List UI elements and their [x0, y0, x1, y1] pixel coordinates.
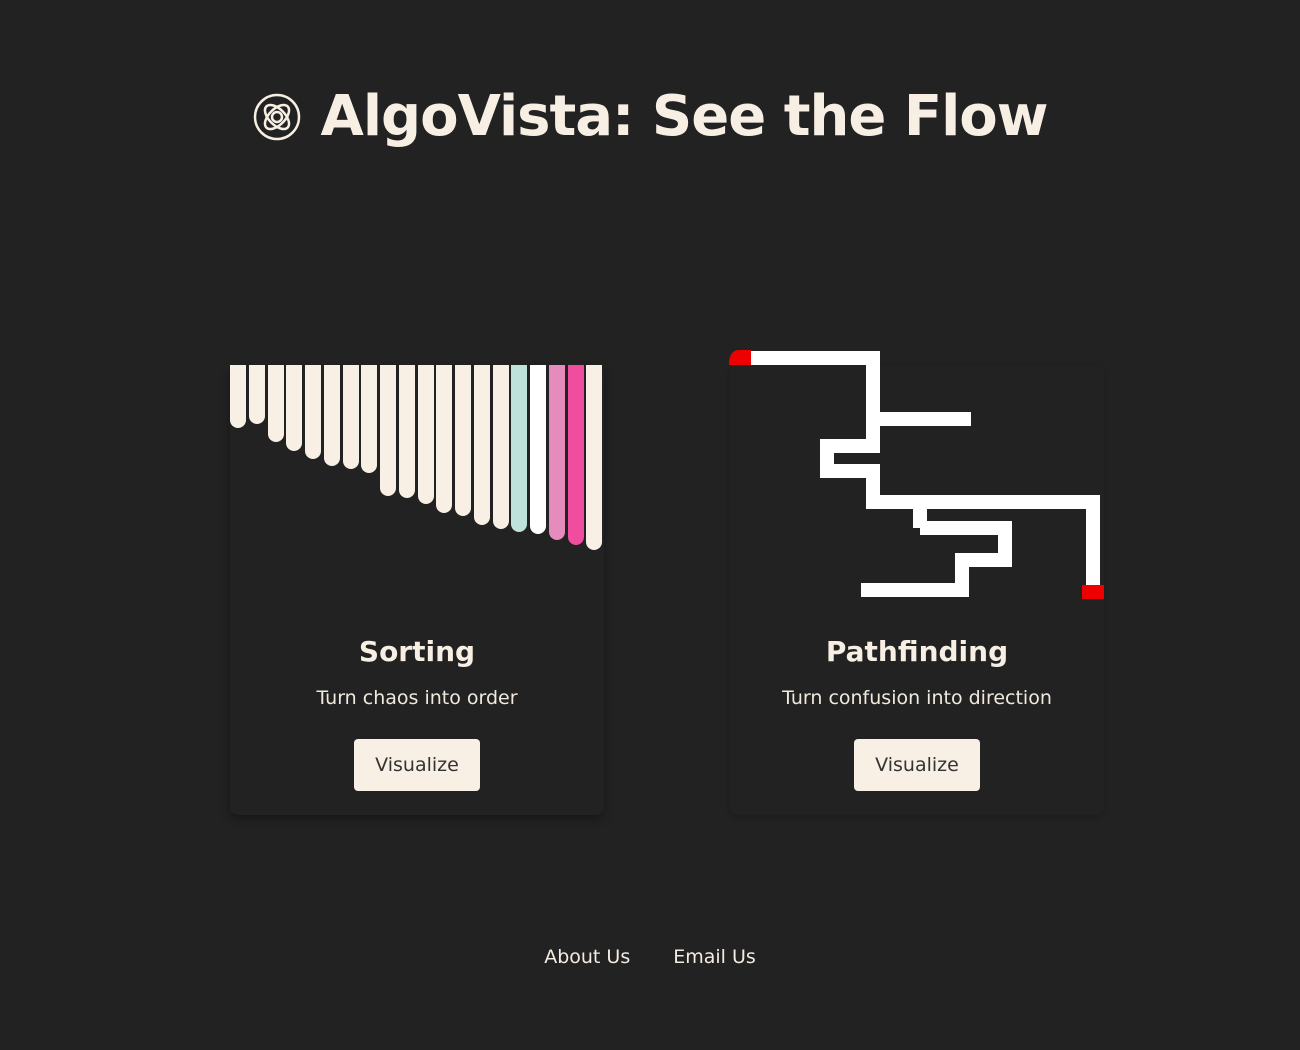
sorting-bar	[323, 365, 340, 466]
sorting-bar	[248, 365, 265, 424]
maze-path-illustration	[729, 350, 1104, 599]
sorting-card-title: Sorting	[358, 635, 476, 668]
sorting-bar	[361, 365, 378, 473]
pathfinding-visualize-button[interactable]: Visualize	[854, 739, 980, 791]
sorting-bars-illustration	[230, 365, 604, 565]
sorting-bar	[230, 365, 246, 428]
page-title: AlgoVista: See the Flow	[320, 84, 1049, 149]
sorting-bar	[455, 365, 471, 516]
sorting-bar	[286, 365, 303, 451]
maze-start-marker	[729, 350, 751, 365]
maze-path-segment	[873, 495, 1100, 590]
sorting-bar	[492, 365, 509, 529]
sorting-bar	[567, 365, 584, 545]
pathfinding-card-subtitle: Turn confusion into direction	[782, 687, 1052, 709]
sorting-bar	[305, 365, 321, 459]
footer-link-email[interactable]: Email Us	[673, 946, 756, 968]
sorting-card-subtitle: Turn chaos into order	[316, 687, 518, 709]
page-header: AlgoVista: See the Flow	[0, 84, 1300, 149]
sorting-visualize-button[interactable]: Visualize	[354, 739, 480, 791]
sorting-bar	[398, 365, 415, 498]
sorting-bar	[417, 365, 434, 504]
sorting-bar	[380, 365, 396, 496]
footer: About Us Email Us	[0, 946, 1300, 968]
sorting-bar	[511, 365, 528, 532]
maze-path-segment	[861, 521, 1012, 597]
footer-link-about[interactable]: About Us	[544, 946, 630, 968]
sorting-bar	[342, 365, 359, 469]
maze-end-marker	[1082, 585, 1104, 599]
sorting-bar	[586, 365, 603, 550]
sorting-bar	[436, 365, 453, 513]
pathfinding-card-title: Pathfinding	[825, 635, 1009, 668]
sorting-bar	[548, 365, 565, 540]
sorting-bar	[530, 365, 546, 534]
sorting-bar	[473, 365, 490, 525]
maze-path-segment	[820, 419, 927, 528]
sorting-bar	[267, 365, 284, 442]
knot-logo-icon	[253, 93, 300, 140]
maze-path-segment	[739, 351, 971, 426]
